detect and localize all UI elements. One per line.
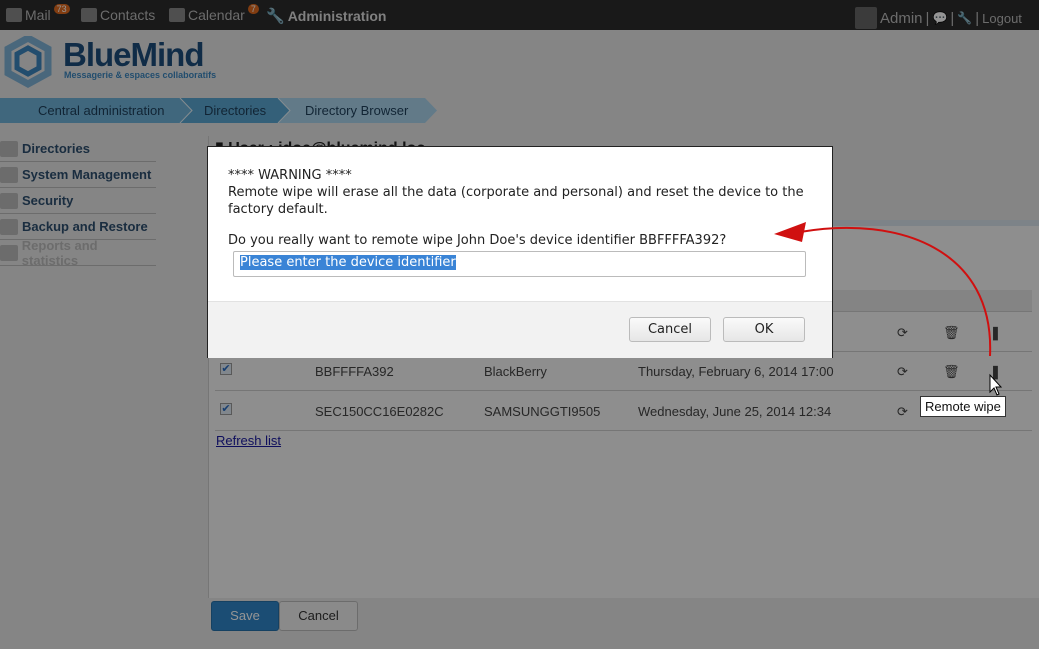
dialog-cancel-button[interactable]: Cancel bbox=[629, 317, 711, 342]
dialog-question: Do you really want to remote wipe John D… bbox=[228, 233, 727, 248]
dialog-ok-button[interactable]: OK bbox=[723, 317, 805, 342]
dialog-warning: **** WARNING **** bbox=[228, 168, 352, 183]
remote-wipe-tooltip: Remote wipe bbox=[920, 396, 1006, 417]
dialog-footer: Cancel OK bbox=[208, 301, 832, 358]
input-value: Please enter the device identifier bbox=[240, 255, 456, 270]
remote-wipe-dialog: **** WARNING **** Remote wipe will erase… bbox=[207, 146, 833, 358]
device-identifier-input[interactable]: Please enter the device identifier bbox=[233, 251, 806, 277]
dialog-message: Remote wipe will erase all the data (cor… bbox=[228, 185, 804, 217]
